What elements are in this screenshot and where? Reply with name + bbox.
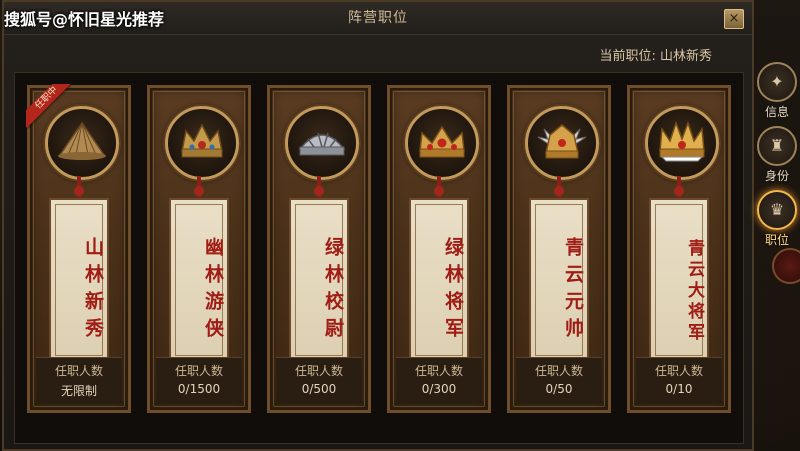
scroll-knot — [74, 186, 84, 196]
count-label: 任职人数 — [54, 364, 103, 378]
rank-scroll: 青云元帅 — [529, 198, 589, 362]
rank-icon: ♛ — [757, 190, 797, 230]
tab-identity[interactable]: ♜ 身份 — [756, 126, 798, 184]
rank-card[interactable]: 绿林校尉 任职人数 0/500 — [267, 85, 371, 413]
tab-label: 信息 — [764, 105, 789, 119]
close-icon: × — [728, 11, 740, 26]
watermark: 搜狐号@怀旧星光推荐 — [4, 10, 165, 29]
scroll-knot — [194, 186, 204, 196]
info-icon: ✦ — [757, 62, 797, 102]
rank-panel: 任职中 山林新秀 任职人数 无限制 幽林游侠 任职人数 0/1500 绿林校尉 … — [14, 72, 744, 444]
straw-hat-icon — [45, 106, 119, 180]
grand-crown-icon — [645, 106, 719, 180]
count-value: 0/500 — [301, 382, 337, 396]
rank-card[interactable]: 青云元帅 任职人数 0/50 — [507, 85, 611, 413]
rank-card[interactable]: 幽林游侠 任职人数 0/1500 — [147, 85, 251, 413]
edge-orb — [772, 248, 800, 284]
rank-card[interactable]: 绿林将军 任职人数 0/300 — [387, 85, 491, 413]
scroll-knot — [674, 186, 684, 196]
rank-name: 绿林校尉 — [322, 237, 344, 345]
jeweled-crown-icon — [405, 106, 479, 180]
tab-label: 身份 — [764, 169, 789, 183]
count-label: 任职人数 — [534, 364, 583, 378]
scroll-knot — [314, 186, 324, 196]
count-label: 任职人数 — [414, 364, 463, 378]
rank-name: 青云元帅 — [562, 237, 584, 345]
count-label: 任职人数 — [654, 364, 703, 378]
faction-rank-window: 阵营职位 × 当前职位: 山林新秀 任职中 山林新秀 任职人数 无限制 幽林游侠… — [2, 0, 754, 451]
bronze-crown-icon — [165, 106, 239, 180]
count-label: 任职人数 — [294, 364, 343, 378]
rank-scroll: 绿林校尉 — [289, 198, 349, 362]
silver-helmet-icon — [285, 106, 359, 180]
member-count: 任职人数 0/500 — [276, 357, 362, 404]
count-value: 0/10 — [665, 382, 693, 396]
rank-name: 幽林游侠 — [202, 237, 224, 345]
current-position: 当前职位: 山林新秀 — [599, 49, 712, 64]
count-value: 无限制 — [60, 384, 97, 398]
rank-card[interactable]: 青云大将军 任职人数 0/10 — [627, 85, 731, 413]
rank-scroll: 绿林将军 — [409, 198, 469, 362]
rank-name: 山林新秀 — [82, 237, 104, 345]
tab-label: 职位 — [764, 233, 789, 247]
identity-icon: ♜ — [757, 126, 797, 166]
member-count: 任职人数 0/1500 — [156, 357, 242, 404]
count-value: 0/300 — [421, 382, 457, 396]
rank-scroll: 青云大将军 — [649, 198, 709, 362]
count-value: 0/1500 — [177, 382, 221, 396]
window-title: 阵营职位 — [348, 10, 408, 26]
rank-scroll: 幽林游侠 — [169, 198, 229, 362]
member-count: 任职人数 无限制 — [36, 357, 122, 404]
count-value: 0/50 — [545, 382, 573, 396]
close-button[interactable]: × — [724, 9, 744, 29]
scroll-knot — [434, 186, 444, 196]
member-count: 任职人数 0/50 — [516, 357, 602, 404]
count-label: 任职人数 — [174, 364, 223, 378]
rank-card[interactable]: 任职中 山林新秀 任职人数 无限制 — [26, 84, 131, 413]
tab-rank[interactable]: ♛ 职位 — [756, 190, 798, 248]
scroll-knot — [554, 186, 564, 196]
tab-info[interactable]: ✦ 信息 — [756, 62, 798, 120]
member-count: 任职人数 0/300 — [396, 357, 482, 404]
rank-name: 绿林将军 — [442, 237, 464, 345]
rank-name: 青云大将军 — [684, 238, 704, 344]
winged-crown-icon — [525, 106, 599, 180]
member-count: 任职人数 0/10 — [636, 357, 722, 404]
rank-scroll: 山林新秀 — [49, 198, 109, 362]
